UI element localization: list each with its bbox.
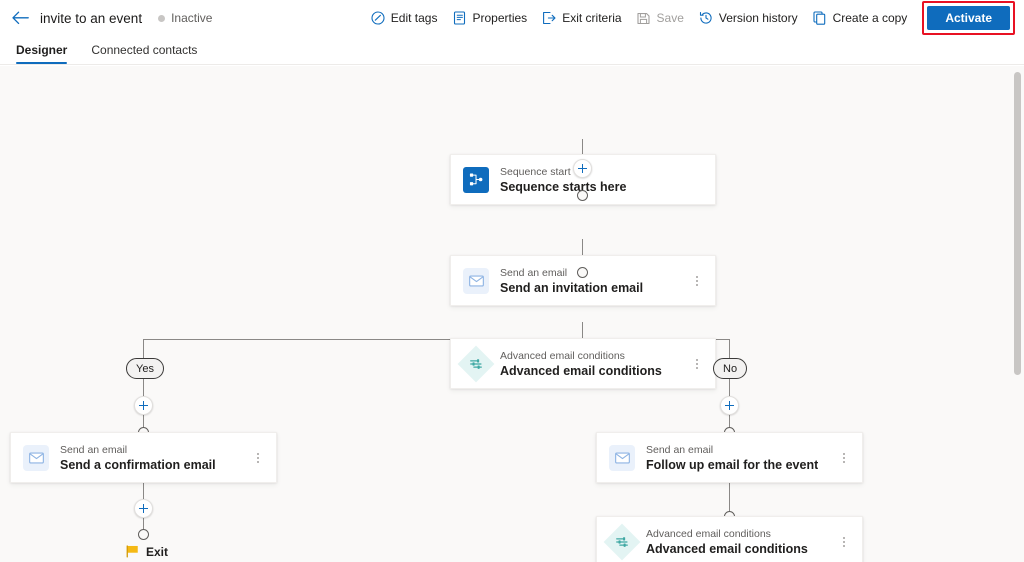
create-a-copy-label: Create a copy (832, 11, 908, 25)
connector-confirmation-to-plus (143, 481, 144, 499)
envelope-icon (463, 267, 489, 294)
activate-highlight: Activate (922, 1, 1015, 35)
node-advanced-email-conditions-main[interactable]: Advanced email conditions Advanced email… (450, 338, 716, 389)
command-bar: Edit tags Properties Exit criteria Save … (363, 0, 1024, 36)
envelope-icon (23, 444, 49, 471)
flag-icon (125, 544, 140, 559)
node-icon-wrap (603, 523, 641, 560)
node-subtitle: Advanced email conditions (646, 527, 771, 540)
branch-label-yes[interactable]: Yes (126, 358, 164, 379)
sign-out-icon (541, 10, 557, 26)
tab-bar: Designer Connected contacts (0, 36, 1024, 65)
node-exit[interactable]: Exit (125, 544, 168, 559)
version-history-label: Version history (718, 11, 798, 25)
exit-criteria-button[interactable]: Exit criteria (534, 3, 628, 33)
sliders-icon (457, 345, 495, 382)
node-title: Advanced email conditions (646, 541, 808, 556)
node-text: Send an email Send an invitation email (500, 266, 643, 296)
arrow-left-icon (11, 11, 29, 25)
add-step-button-trunk-1[interactable] (573, 159, 592, 178)
node-anchor-exit (138, 529, 149, 540)
node-text: Send an email Follow up email for the ev… (646, 443, 818, 473)
sequence-start-icon (463, 166, 489, 193)
node-icon-wrap (463, 267, 489, 294)
page-title: invite to an event (40, 10, 143, 26)
properties-label: Properties (472, 11, 528, 25)
edit-tags-label: Edit tags (390, 11, 438, 25)
add-step-button-no-1[interactable] (720, 396, 739, 415)
edit-tags-button[interactable]: Edit tags (363, 3, 445, 33)
node-subtitle: Send an email (646, 443, 714, 456)
node-subtitle: Advanced email conditions (500, 349, 625, 362)
properties-button[interactable]: Properties (444, 3, 534, 33)
node-title: Follow up email for the event (646, 457, 819, 472)
status-dot-icon (158, 14, 166, 22)
node-icon-wrap (457, 345, 495, 382)
status-label: Inactive (171, 11, 213, 25)
sliders-icon (603, 523, 641, 560)
connector-yes-to-plus (143, 379, 144, 396)
sequence-designer-canvas: Sequence start Sequence starts here Send… (0, 66, 1024, 562)
copy-icon (812, 10, 828, 26)
create-a-copy-button[interactable]: Create a copy (805, 3, 915, 33)
node-send-invitation-email[interactable]: Send an email Send an invitation email (450, 255, 716, 306)
node-text: Sequence start Sequence starts here (500, 165, 626, 195)
node-more-menu-button[interactable] (691, 355, 703, 373)
node-icon-wrap (463, 166, 489, 193)
exit-criteria-label: Exit criteria (562, 11, 622, 25)
node-anchor-invitation (577, 190, 588, 201)
node-anchor-conditions-main (577, 267, 588, 278)
node-text: Send an email Send a confirmation email (60, 443, 216, 473)
node-more-menu-button[interactable] (838, 533, 850, 551)
history-icon (698, 10, 714, 26)
back-button[interactable] (4, 2, 36, 34)
connector-no-to-plus (729, 379, 730, 396)
status-badge: Inactive (158, 11, 212, 25)
branch-label-no[interactable]: No (713, 358, 748, 379)
node-more-menu-button[interactable] (252, 449, 264, 467)
tab-connected-contacts[interactable]: Connected contacts (91, 43, 197, 64)
add-step-button-yes-1[interactable] (134, 396, 153, 415)
save-button: Save (629, 3, 691, 33)
node-title: Advanced email conditions (500, 363, 662, 378)
node-subtitle: Send an email (60, 443, 128, 456)
canvas-scrollbar-thumb[interactable] (1014, 72, 1021, 375)
node-more-menu-button[interactable] (691, 272, 703, 290)
save-label: Save (656, 11, 684, 25)
node-icon-wrap (23, 444, 49, 471)
node-title: Send an invitation email (500, 280, 644, 295)
node-text: Advanced email conditions Advanced email… (646, 527, 808, 557)
node-subtitle: Sequence start (500, 165, 571, 178)
envelope-icon (609, 444, 635, 471)
tab-designer[interactable]: Designer (16, 43, 68, 64)
node-send-confirmation-email[interactable]: Send an email Send a confirmation email (10, 432, 277, 483)
node-icon-wrap (609, 444, 635, 471)
connector-bus-to-yes (143, 339, 144, 358)
document-icon (451, 10, 467, 26)
save-icon (636, 10, 652, 26)
version-history-button[interactable]: Version history (691, 3, 805, 33)
node-follow-up-email[interactable]: Send an email Follow up email for the ev… (596, 432, 863, 483)
add-step-button-yes-2[interactable] (134, 499, 153, 518)
app-header: invite to an event Inactive Edit tags Pr… (0, 0, 1024, 36)
node-title: Sequence starts here (500, 179, 627, 194)
connector-bus-to-no (729, 339, 730, 358)
tag-icon (370, 10, 386, 26)
activate-button[interactable]: Activate (927, 6, 1010, 30)
node-subtitle: Send an email (500, 266, 568, 279)
node-title: Send a confirmation email (60, 457, 216, 472)
exit-label: Exit (146, 544, 169, 559)
node-more-menu-button[interactable] (838, 449, 850, 467)
node-text: Advanced email conditions Advanced email… (500, 349, 662, 379)
node-advanced-email-conditions-no[interactable]: Advanced email conditions Advanced email… (596, 516, 863, 562)
